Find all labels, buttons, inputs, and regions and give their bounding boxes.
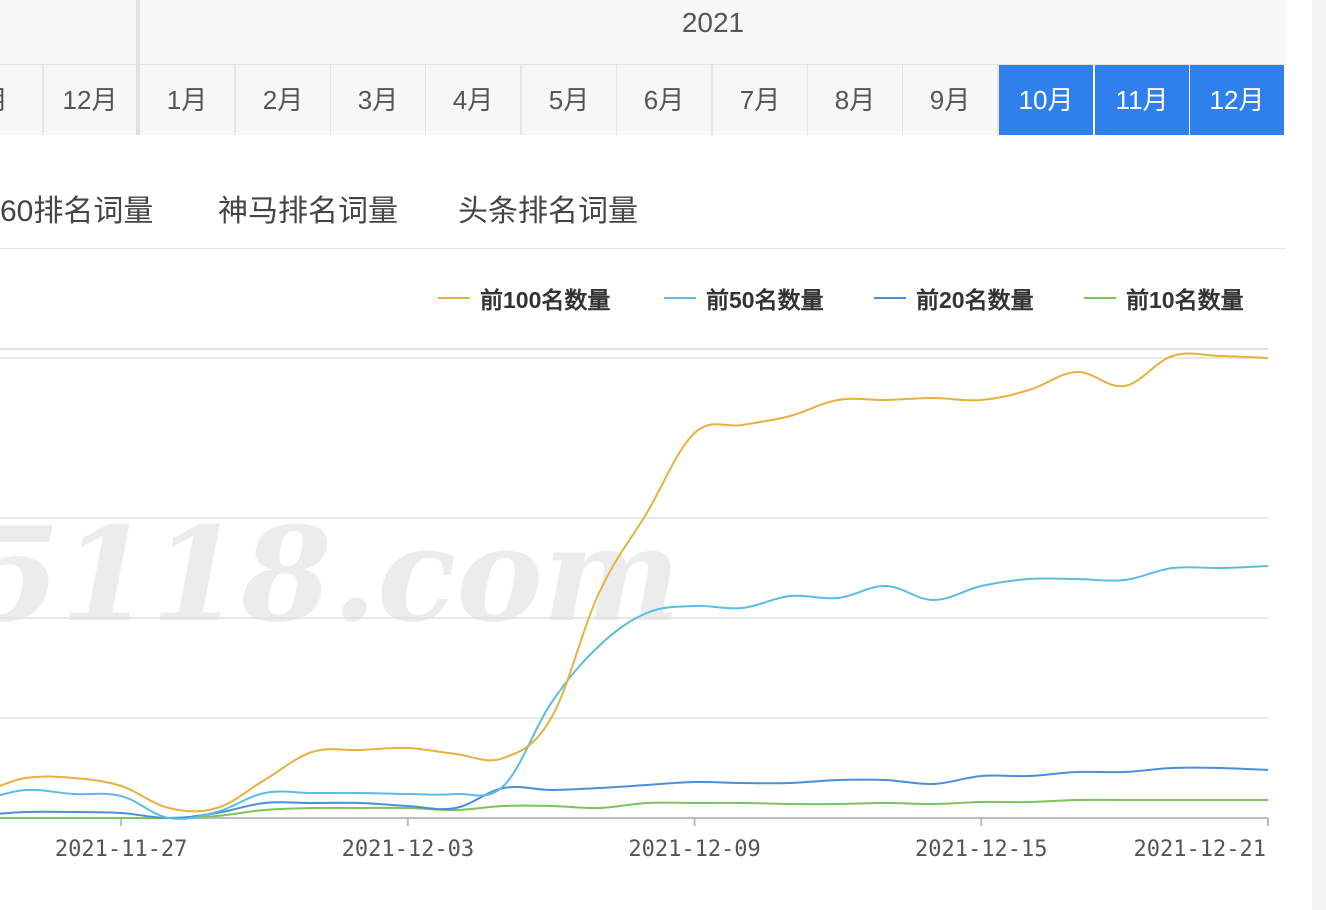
ranking-tabs: 60排名词量 神马排名词量 头条排名词量 (0, 160, 1286, 249)
tab-item[interactable]: 60排名词量 (0, 186, 153, 230)
month-cell[interactable]: 12月 (1190, 65, 1286, 135)
x-tick-label: 2021-12-09 (628, 837, 760, 862)
legend-swatch (874, 297, 906, 299)
month-cell[interactable]: 6月 (617, 65, 713, 135)
months-row: 月12月1月2月3月4月5月6月7月8月9月10月11月12月 (0, 65, 1286, 135)
month-selector: 2021 月12月1月2月3月4月5月6月7月8月9月10月11月12月 (0, 0, 1286, 135)
legend-label: 前20名数量 (916, 287, 1034, 313)
month-cell[interactable]: 4月 (426, 65, 522, 135)
month-cell[interactable]: 7月 (713, 65, 809, 135)
month-cell[interactable]: 5月 (522, 65, 618, 135)
tab-item[interactable]: 神马排名词量 (218, 186, 398, 230)
year-row: 2021 (0, 0, 1286, 65)
month-cell[interactable]: 月 (0, 65, 44, 135)
year-label: 2021 (681, 7, 745, 38)
legend-label: 前50名数量 (706, 287, 824, 313)
legend-item[interactable]: 前10名数量 (1084, 280, 1244, 316)
x-tick-label: 2021-12-15 (915, 837, 1047, 862)
legend-swatch (1084, 297, 1116, 299)
x-tick-label: 2021-11-27 (55, 837, 187, 862)
month-cell[interactable]: 12月 (44, 65, 140, 135)
month-cell[interactable]: 8月 (808, 65, 904, 135)
month-cell[interactable]: 2月 (236, 65, 332, 135)
month-cell[interactable]: 3月 (331, 65, 427, 135)
legend-item[interactable]: 前100名数量 (438, 280, 610, 316)
legend-item[interactable]: 前20名数量 (874, 280, 1034, 316)
month-cell[interactable]: 10月 (999, 65, 1095, 135)
month-cell[interactable]: 9月 (903, 65, 999, 135)
month-cell[interactable]: 11月 (1095, 65, 1191, 135)
previous-year-cell (0, 0, 140, 64)
chart-legend: 前100名数量 前50名数量 前20名数量 前10名数量 (0, 280, 1326, 316)
legend-swatch (664, 297, 696, 299)
line-chart: 5118.com 2021-11-27 2021-12-03 2021-12-09 20… (0, 348, 1269, 862)
tab-item[interactable]: 头条排名词量 (458, 186, 638, 230)
x-tick-label: 2021-12-21 (1134, 837, 1266, 862)
series-line (0, 798, 1268, 820)
legend-swatch (438, 297, 470, 299)
legend-item[interactable]: 前50名数量 (664, 280, 824, 316)
month-cell[interactable]: 1月 (140, 65, 236, 135)
watermark-text: 5118.com (0, 498, 681, 651)
legend-label: 前10名数量 (1126, 287, 1244, 313)
legend-label: 前100名数量 (480, 287, 611, 313)
page-scrollbar[interactable] (1312, 0, 1326, 910)
x-tick-label: 2021-12-03 (342, 837, 474, 862)
